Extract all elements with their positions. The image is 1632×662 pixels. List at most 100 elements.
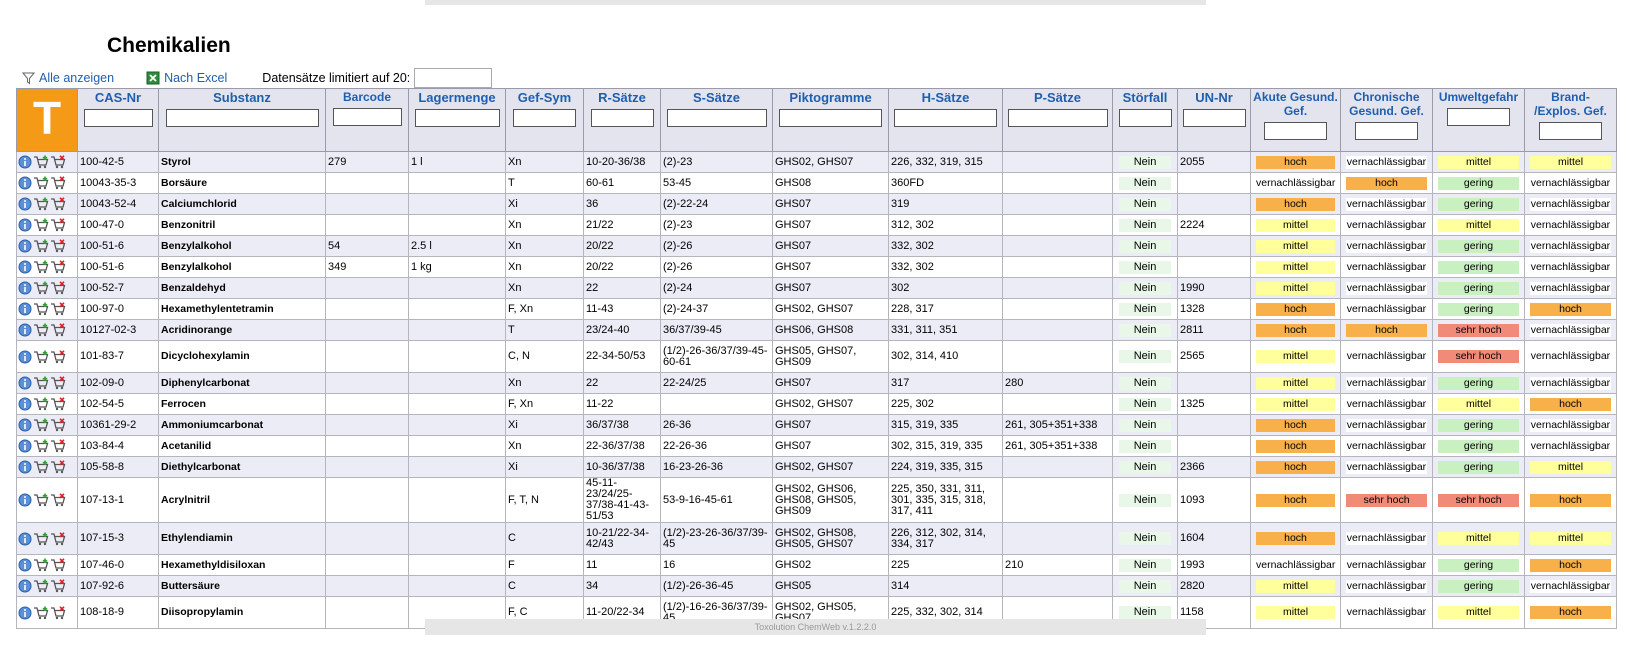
cart-remove-icon[interactable]: [50, 260, 66, 274]
cart-remove-icon[interactable]: [50, 605, 66, 620]
filter-barcode-input[interactable]: [332, 108, 402, 126]
info-icon[interactable]: [18, 579, 32, 593]
table-row[interactable]: 107-92-6 Buttersäure C 34 (1/2)-26-36-45 GHS0…: [16, 575, 1617, 597]
col-akute[interactable]: Akute Gesund. Gef.: [1250, 88, 1341, 152]
cart-remove-icon[interactable]: [50, 397, 66, 411]
cart-add-icon[interactable]: [33, 397, 49, 411]
cart-add-icon[interactable]: [33, 460, 49, 474]
col-barcode[interactable]: Barcode: [325, 88, 409, 152]
cart-remove-icon[interactable]: [50, 281, 66, 295]
info-icon[interactable]: [18, 176, 32, 190]
col-lagermenge[interactable]: Lagermenge: [408, 88, 506, 152]
info-icon[interactable]: [18, 281, 32, 295]
table-row[interactable]: 10361-29-2 Ammoniumcarbonat Xi 36/37/38 26-3…: [16, 414, 1617, 436]
table-row[interactable]: 101-83-7 Dicyclohexylamin C, N 22-34-50/53(…: [16, 340, 1617, 373]
cart-remove-icon[interactable]: [50, 349, 66, 364]
cart-add-icon[interactable]: [33, 606, 49, 620]
filter-akute-input[interactable]: [1264, 122, 1327, 140]
info-icon[interactable]: [18, 439, 32, 453]
cart-add-icon[interactable]: [33, 439, 49, 453]
cart-add-icon[interactable]: [33, 532, 49, 546]
filter-stoerfall-input[interactable]: [1118, 109, 1172, 127]
col-umwelt[interactable]: Umweltgefahr: [1432, 88, 1525, 152]
cart-add-icon[interactable]: [33, 350, 49, 364]
filter-psaetze-input[interactable]: [1007, 109, 1108, 127]
table-row[interactable]: 100-51-6 Benzylalkohol 349 1 kg Xn 20/22 (2)-2…: [16, 256, 1617, 278]
info-icon[interactable]: [18, 376, 32, 390]
col-cas[interactable]: CAS-Nr: [77, 88, 159, 152]
cart-add-icon[interactable]: [33, 281, 49, 295]
col-substanz[interactable]: Substanz: [158, 88, 326, 152]
info-icon[interactable]: [18, 397, 32, 411]
info-icon[interactable]: [18, 532, 32, 546]
col-brand[interactable]: Brand- /Explos. Gef.: [1524, 88, 1617, 152]
col-gefsym[interactable]: Gef-Sym: [505, 88, 584, 152]
filter-ssaetze-input[interactable]: [666, 109, 767, 127]
info-icon[interactable]: [18, 350, 32, 364]
table-row[interactable]: 102-09-0 Diphenylcarbonat Xn 22 22-24/25 GHS0…: [16, 372, 1617, 394]
cart-remove-icon[interactable]: [50, 493, 66, 507]
col-ssaetze[interactable]: S-Sätze: [660, 88, 773, 152]
table-row[interactable]: 100-42-5 Styrol 279 1 l Xn 10-20-36/38 (2)-23 G…: [16, 151, 1617, 173]
filter-unnr-input[interactable]: [1182, 109, 1246, 127]
cart-add-icon[interactable]: [33, 418, 49, 432]
cart-remove-icon[interactable]: [50, 302, 66, 316]
table-row[interactable]: 107-46-0 Hexamethyldisiloxan F 11 16 GHS02 225…: [16, 554, 1617, 576]
filter-rsaetze-input[interactable]: [590, 109, 654, 127]
cart-remove-icon[interactable]: [50, 239, 66, 253]
col-rsaetze[interactable]: R-Sätze: [583, 88, 661, 152]
filter-lagermenge-input[interactable]: [414, 109, 500, 127]
table-row[interactable]: 100-47-0 Benzonitril Xn 21/22 (2)-23 GHS07 312…: [16, 214, 1617, 236]
info-icon[interactable]: [18, 239, 32, 253]
table-row[interactable]: 107-15-3 Ethylendiamin C 10-21/22-34-42/43(…: [16, 522, 1617, 555]
cart-add-icon[interactable]: [33, 197, 49, 211]
cart-remove-icon[interactable]: [50, 558, 66, 572]
col-psaetze[interactable]: P-Sätze: [1002, 88, 1113, 152]
table-row[interactable]: 102-54-5 Ferrocen F, Xn 11-22 GHS02, GHS07 22…: [16, 393, 1617, 415]
info-icon[interactable]: [18, 155, 32, 169]
filter-gefsym-input[interactable]: [513, 109, 576, 127]
filter-substanz-input[interactable]: [165, 109, 319, 127]
table-row[interactable]: 100-52-7 Benzaldehyd Xn 22 (2)-24 GHS07 302 Nei…: [16, 277, 1617, 299]
info-icon[interactable]: [18, 460, 32, 474]
cart-add-icon[interactable]: [33, 579, 49, 593]
col-chronische[interactable]: Chronische Gesund. Gef.: [1340, 88, 1433, 152]
table-row[interactable]: 10043-52-4 Calciumchlorid Xi 36 (2)-22-24 GHS…: [16, 193, 1617, 215]
cart-add-icon[interactable]: [33, 558, 49, 572]
col-stoerfall[interactable]: Störfall: [1112, 88, 1178, 152]
cart-remove-icon[interactable]: [50, 439, 66, 453]
cart-remove-icon[interactable]: [50, 579, 66, 593]
filter-brand-input[interactable]: [1539, 122, 1602, 140]
cart-add-icon[interactable]: [33, 260, 49, 274]
info-icon[interactable]: [18, 606, 32, 620]
cart-remove-icon[interactable]: [50, 376, 66, 390]
cart-add-icon[interactable]: [33, 302, 49, 316]
filter-umwelt-input[interactable]: [1447, 108, 1510, 126]
cart-remove-icon[interactable]: [50, 531, 66, 546]
table-row[interactable]: 10127-02-3 Acridinorange T 23/24-40 36/37/39…: [16, 319, 1617, 341]
record-limit-input[interactable]: [414, 68, 493, 88]
cart-add-icon[interactable]: [33, 239, 49, 253]
filter-hsaetze-input[interactable]: [894, 109, 997, 127]
cart-add-icon[interactable]: [33, 376, 49, 390]
filter-chronische-input[interactable]: [1355, 122, 1418, 140]
info-icon[interactable]: [18, 302, 32, 316]
info-icon[interactable]: [18, 197, 32, 211]
col-hsaetze[interactable]: H-Sätze: [888, 88, 1003, 152]
table-row[interactable]: 10043-35-3 Borsäure T 60-61 53-45 GHS08 360FD N…: [16, 172, 1617, 194]
info-icon[interactable]: [18, 218, 32, 232]
export-excel-button[interactable]: Nach Excel: [146, 71, 227, 85]
info-icon[interactable]: [18, 558, 32, 572]
cart-add-icon[interactable]: [33, 493, 49, 507]
filter-cas-input[interactable]: [83, 109, 153, 127]
cart-add-icon[interactable]: [33, 155, 49, 169]
table-row[interactable]: 105-58-8 Diethylcarbonat Xi 10-36/37/38 16-2…: [16, 456, 1617, 478]
cart-remove-icon[interactable]: [50, 460, 66, 474]
filter-piktogramme-input[interactable]: [779, 109, 882, 127]
cart-remove-icon[interactable]: [50, 176, 66, 190]
info-icon[interactable]: [18, 260, 32, 274]
col-unnr[interactable]: UN-Nr: [1177, 88, 1251, 152]
show-all-button[interactable]: Alle anzeigen: [22, 71, 114, 85]
cart-remove-icon[interactable]: [50, 197, 66, 211]
info-icon[interactable]: [18, 493, 32, 507]
